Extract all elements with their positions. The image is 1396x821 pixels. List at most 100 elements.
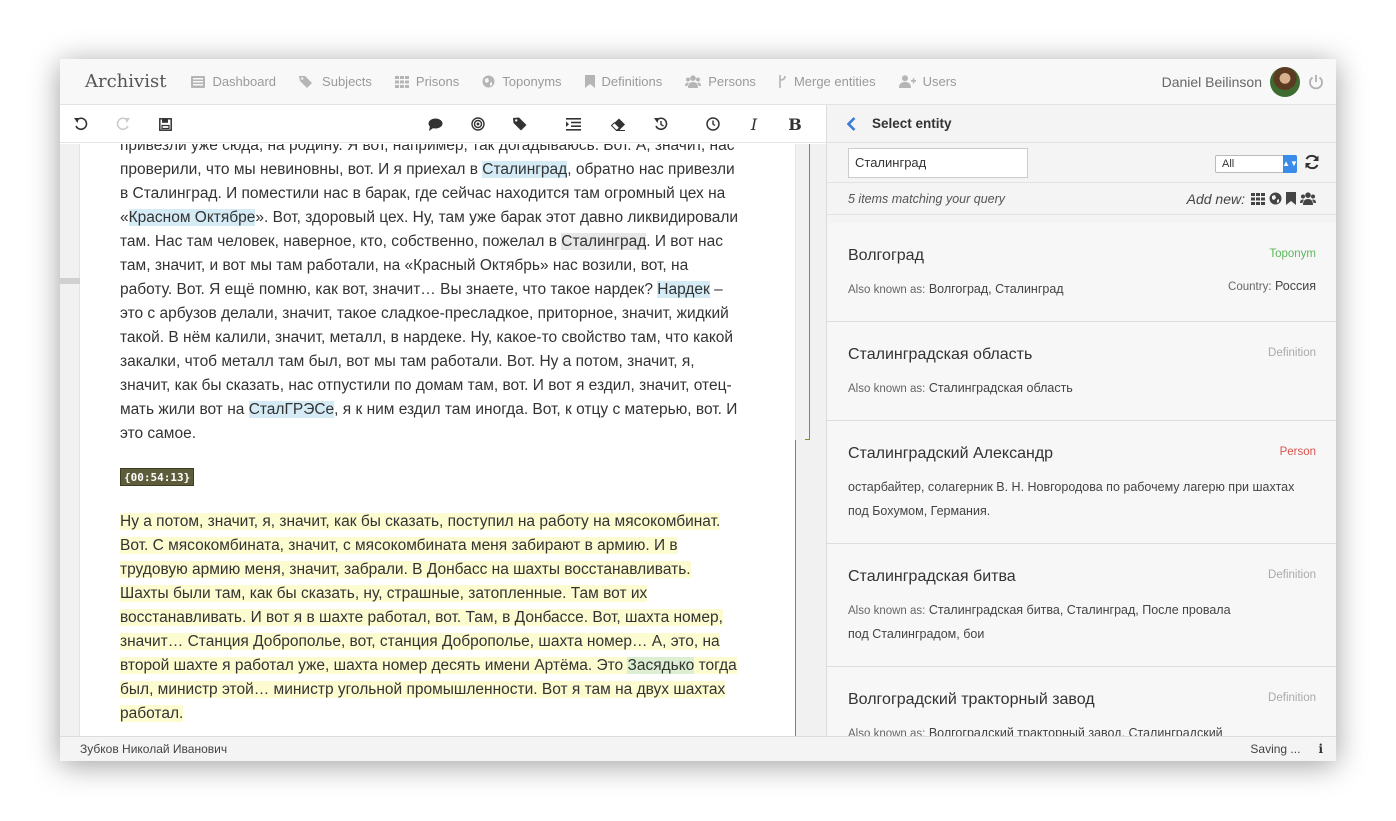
nav-persons[interactable]: Persons	[685, 74, 756, 89]
save-button[interactable]	[157, 116, 173, 132]
eraser-button[interactable]	[610, 116, 626, 132]
comment-button[interactable]	[427, 116, 443, 132]
result-type: Definition	[1268, 692, 1316, 704]
add-person-icon[interactable]	[1300, 192, 1316, 205]
entity-krasny-oktyabr[interactable]: Красном Октябре	[128, 209, 256, 226]
nav-definitions[interactable]: Definitions	[584, 74, 663, 89]
add-new-label: Add new:	[1186, 190, 1245, 207]
entity-nardek[interactable]: Нардек	[657, 281, 710, 298]
clock-icon	[706, 117, 720, 131]
brand-logo[interactable]: Archivist	[85, 71, 166, 92]
undo-button[interactable]	[73, 116, 89, 132]
result-card[interactable]: Сталинградский Александр Person остарбай…	[827, 421, 1336, 544]
indent-button[interactable]	[565, 116, 581, 132]
highlighted-text: восстанавливать. И вот я в шахте работал…	[120, 609, 723, 626]
aka-label: Also known as:	[848, 284, 926, 296]
nav-definitions-label: Definitions	[601, 74, 663, 89]
result-card[interactable]: Волгоград Toponym Also known as: Волгогр…	[827, 223, 1336, 322]
power-icon[interactable]	[1308, 74, 1324, 90]
text-line: такой. В нём калили, значит, металл, в н…	[120, 329, 734, 346]
highlighted-text: тогда	[694, 657, 737, 674]
entity-type-select[interactable]: All ▲▼	[1215, 155, 1298, 173]
result-title: Волгоград	[848, 247, 924, 264]
back-button[interactable]	[847, 116, 856, 131]
text-line: работал.	[120, 702, 750, 726]
text-line: значит, как бы сказать, нас отпустили по…	[120, 377, 732, 394]
info-icon[interactable]: i	[1318, 742, 1323, 756]
nav-merge-entities[interactable]: Merge entities	[779, 74, 876, 89]
comment-icon	[428, 118, 442, 131]
grid-icon	[394, 75, 409, 88]
add-definition-icon[interactable]	[1286, 192, 1296, 205]
history-button[interactable]	[653, 116, 669, 132]
left-gutter	[60, 144, 80, 736]
highlighted-text: работал.	[120, 705, 184, 722]
text-line: в Сталинград. И поместили нас в барак, г…	[120, 185, 726, 202]
entity-stalingrad-selected[interactable]: Сталинград	[561, 233, 647, 250]
result-card[interactable]: Сталинградская битва Definition Also kno…	[827, 544, 1336, 667]
nav-prisons[interactable]: Prisons	[394, 74, 460, 89]
italic-button[interactable]: I	[746, 115, 762, 134]
entity-stalgres[interactable]: СталГРЭСе	[248, 401, 335, 418]
nav-subjects[interactable]: Subjects	[299, 74, 372, 89]
timecode-badge[interactable]: {00:54:13}	[120, 468, 195, 486]
respondent-name: Зубков Николай Иванович	[80, 742, 228, 756]
add-toponym-icon[interactable]	[1269, 192, 1282, 205]
text-line: Вот. С мясокомбината, значит, с мясокомб…	[120, 534, 750, 558]
redo-button[interactable]	[115, 116, 131, 132]
result-description: остарбайтер, солагерник В. Н. Новгородов…	[848, 480, 1295, 494]
nav-toponyms[interactable]: Toponyms	[482, 74, 562, 89]
text-line: это с арбузов делали, значит, такое слад…	[120, 305, 729, 322]
nav-users[interactable]: Users	[898, 74, 957, 89]
bold-button[interactable]: B	[787, 115, 803, 134]
aka-value: Волгоград, Сталинград	[928, 282, 1064, 296]
text-fragment: «	[120, 209, 129, 226]
transcript-editor: I B привезли уже сюда, на родину. Я вот,…	[60, 105, 826, 736]
text-line: Шахты были там, как бы сказать, ну, стра…	[120, 582, 750, 606]
aka-label: Also known as:	[848, 383, 926, 395]
nav-dashboard[interactable]: Dashboard	[191, 74, 276, 89]
transcript-paragraph-2[interactable]: Ну а потом, значит, я, значит, как бы ск…	[120, 510, 750, 726]
entity-zasyadko[interactable]: Засядько	[627, 657, 695, 674]
target-button[interactable]	[470, 116, 486, 132]
entity-type-select-value: All	[1222, 158, 1235, 170]
text-fragment: проверили, что мы невиновны, вот. И я пр…	[120, 161, 483, 178]
result-card[interactable]: Сталинградская область Definition Also k…	[827, 322, 1336, 421]
avatar[interactable]	[1270, 66, 1300, 97]
results-count-row: 5 items matching your query Add new:	[827, 183, 1336, 215]
tag-button[interactable]	[512, 116, 528, 132]
nav-subjects-label: Subjects	[322, 74, 372, 89]
globe-icon	[482, 75, 495, 88]
result-aka: Also known as: Сталинградская битва, Ста…	[848, 598, 1231, 623]
timecode-button[interactable]	[705, 116, 721, 132]
refresh-button[interactable]	[1304, 154, 1320, 175]
highlighted-text: трудовую армию меня, значит, забрали. В …	[120, 561, 691, 578]
highlighted-text: был, министр этой… министр угольной пром…	[120, 681, 726, 698]
user-name[interactable]: Daniel Beilinson	[1162, 74, 1262, 90]
text-line: там, значит, и вот мы там работали, на «…	[120, 257, 689, 274]
saving-status: Saving ...	[1250, 742, 1301, 756]
result-type: Definition	[1268, 347, 1316, 359]
eraser-icon	[610, 118, 625, 131]
add-prison-icon[interactable]	[1251, 192, 1265, 205]
user-menu: Daniel Beilinson	[1162, 66, 1324, 97]
panel-header: Select entity	[827, 105, 1336, 143]
text-fragment: –	[709, 281, 723, 298]
transcript-text-area[interactable]: привезли уже сюда, на родину. Я вот, нап…	[60, 144, 826, 736]
text-line: «Красном Октябре». Вот, здоровый цех. Ну…	[120, 206, 750, 230]
nav-toponyms-label: Toponyms	[502, 74, 562, 89]
highlighted-text: второй шахте я работал уже, шахта номер …	[120, 657, 628, 674]
text-line: работу. Вот. Я ещё помню, как вот, значи…	[120, 278, 750, 302]
transcript-paragraph-1[interactable]: привезли уже сюда, на родину. Я вот, нап…	[120, 144, 750, 446]
bookmark-icon	[584, 75, 595, 88]
nav-prisons-label: Prisons	[415, 74, 460, 89]
entity-search-input[interactable]	[848, 147, 1028, 178]
result-card[interactable]: Волгоградский тракторный завод Definitio…	[827, 667, 1336, 736]
entity-stalingrad[interactable]: Сталинград	[482, 161, 568, 178]
text-line: это самое.	[120, 425, 196, 442]
tag-icon	[513, 117, 527, 131]
result-type: Definition	[1268, 569, 1316, 581]
text-line: мать жили вот на СталГРЭСе, я к ним езди…	[120, 398, 750, 422]
nav-persons-label: Persons	[708, 74, 756, 89]
history-icon	[654, 117, 668, 131]
